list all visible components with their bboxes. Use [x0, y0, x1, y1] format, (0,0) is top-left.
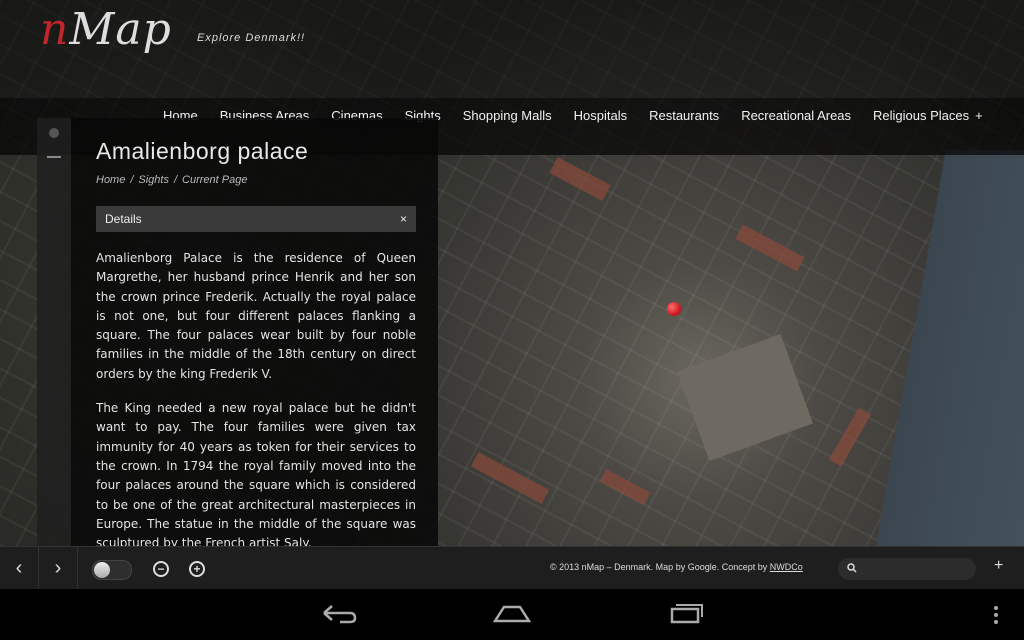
- map-pin-icon[interactable]: [667, 302, 681, 316]
- menu-icon[interactable]: [992, 605, 1000, 625]
- footer-toolbar: ‹ › − + © 2013 nMap – Denmark. Map by Go…: [0, 546, 1024, 590]
- copyright-text: © 2013 nMap – Denmark. Map by Google. Co…: [550, 562, 803, 572]
- palace-square: [677, 334, 813, 461]
- expand-icon: +: [975, 108, 983, 123]
- breadcrumb-separator: /: [173, 174, 178, 186]
- add-button[interactable]: +: [994, 557, 1003, 575]
- nav-item-religious-places[interactable]: Religious Places +: [862, 108, 994, 124]
- prev-button[interactable]: ‹: [0, 547, 39, 590]
- paragraph: Amalienborg Palace is the residence of Q…: [96, 251, 416, 381]
- recents-icon[interactable]: [668, 601, 704, 625]
- zoom-in-icon[interactable]: +: [189, 561, 205, 577]
- details-label: Details: [105, 212, 142, 226]
- harbor-water: [864, 150, 1024, 546]
- close-icon[interactable]: ×: [400, 212, 407, 226]
- back-icon[interactable]: [320, 601, 358, 625]
- search-icon: [847, 563, 857, 573]
- breadcrumb-separator: /: [130, 174, 134, 186]
- panel-handle[interactable]: [37, 118, 71, 546]
- logo[interactable]: nMap: [40, 4, 172, 55]
- tagline: Explore Denmark!!: [197, 32, 306, 44]
- details-text: Amalienborg Palace is the residence of Q…: [96, 249, 416, 546]
- home-icon[interactable]: [492, 601, 532, 625]
- copyright-label: © 2013 nMap – Denmark. Map by Google. Co…: [550, 562, 770, 572]
- breadcrumb: Home / Sights / Current Page: [96, 174, 247, 186]
- page-title: Amalienborg palace: [96, 138, 309, 164]
- breadcrumb-current: Current Page: [182, 174, 248, 186]
- breadcrumb-home[interactable]: Home: [96, 174, 125, 186]
- nav-item-shopping-malls[interactable]: Shopping Malls: [452, 108, 563, 124]
- nav-item-recreational-areas[interactable]: Recreational Areas: [730, 108, 862, 124]
- nav-item-hospitals[interactable]: Hospitals: [563, 108, 638, 124]
- details-header: Details ×: [96, 206, 416, 232]
- paragraph: The King needed a new royal palace but h…: [96, 401, 416, 546]
- map-building: [599, 469, 651, 505]
- concept-link[interactable]: NWDCo: [770, 562, 803, 572]
- next-button[interactable]: ›: [39, 547, 78, 590]
- map-building: [735, 224, 805, 272]
- grip-icon: [47, 156, 61, 158]
- search-input[interactable]: [838, 558, 976, 580]
- map-building: [549, 156, 611, 202]
- zoom-out-icon[interactable]: −: [153, 561, 169, 577]
- handle-dot: [49, 128, 59, 138]
- toggle-knob: [94, 562, 110, 578]
- nav-item-restaurants[interactable]: Restaurants: [638, 108, 730, 124]
- system-nav-bar: [0, 589, 1024, 640]
- info-panel: Amalienborg palace Home / Sights / Current P…: [71, 118, 438, 546]
- nav-item-label: Religious Places: [873, 108, 970, 123]
- map-toggle[interactable]: [92, 560, 132, 580]
- breadcrumb-sights[interactable]: Sights: [138, 174, 169, 186]
- map-building: [470, 452, 550, 504]
